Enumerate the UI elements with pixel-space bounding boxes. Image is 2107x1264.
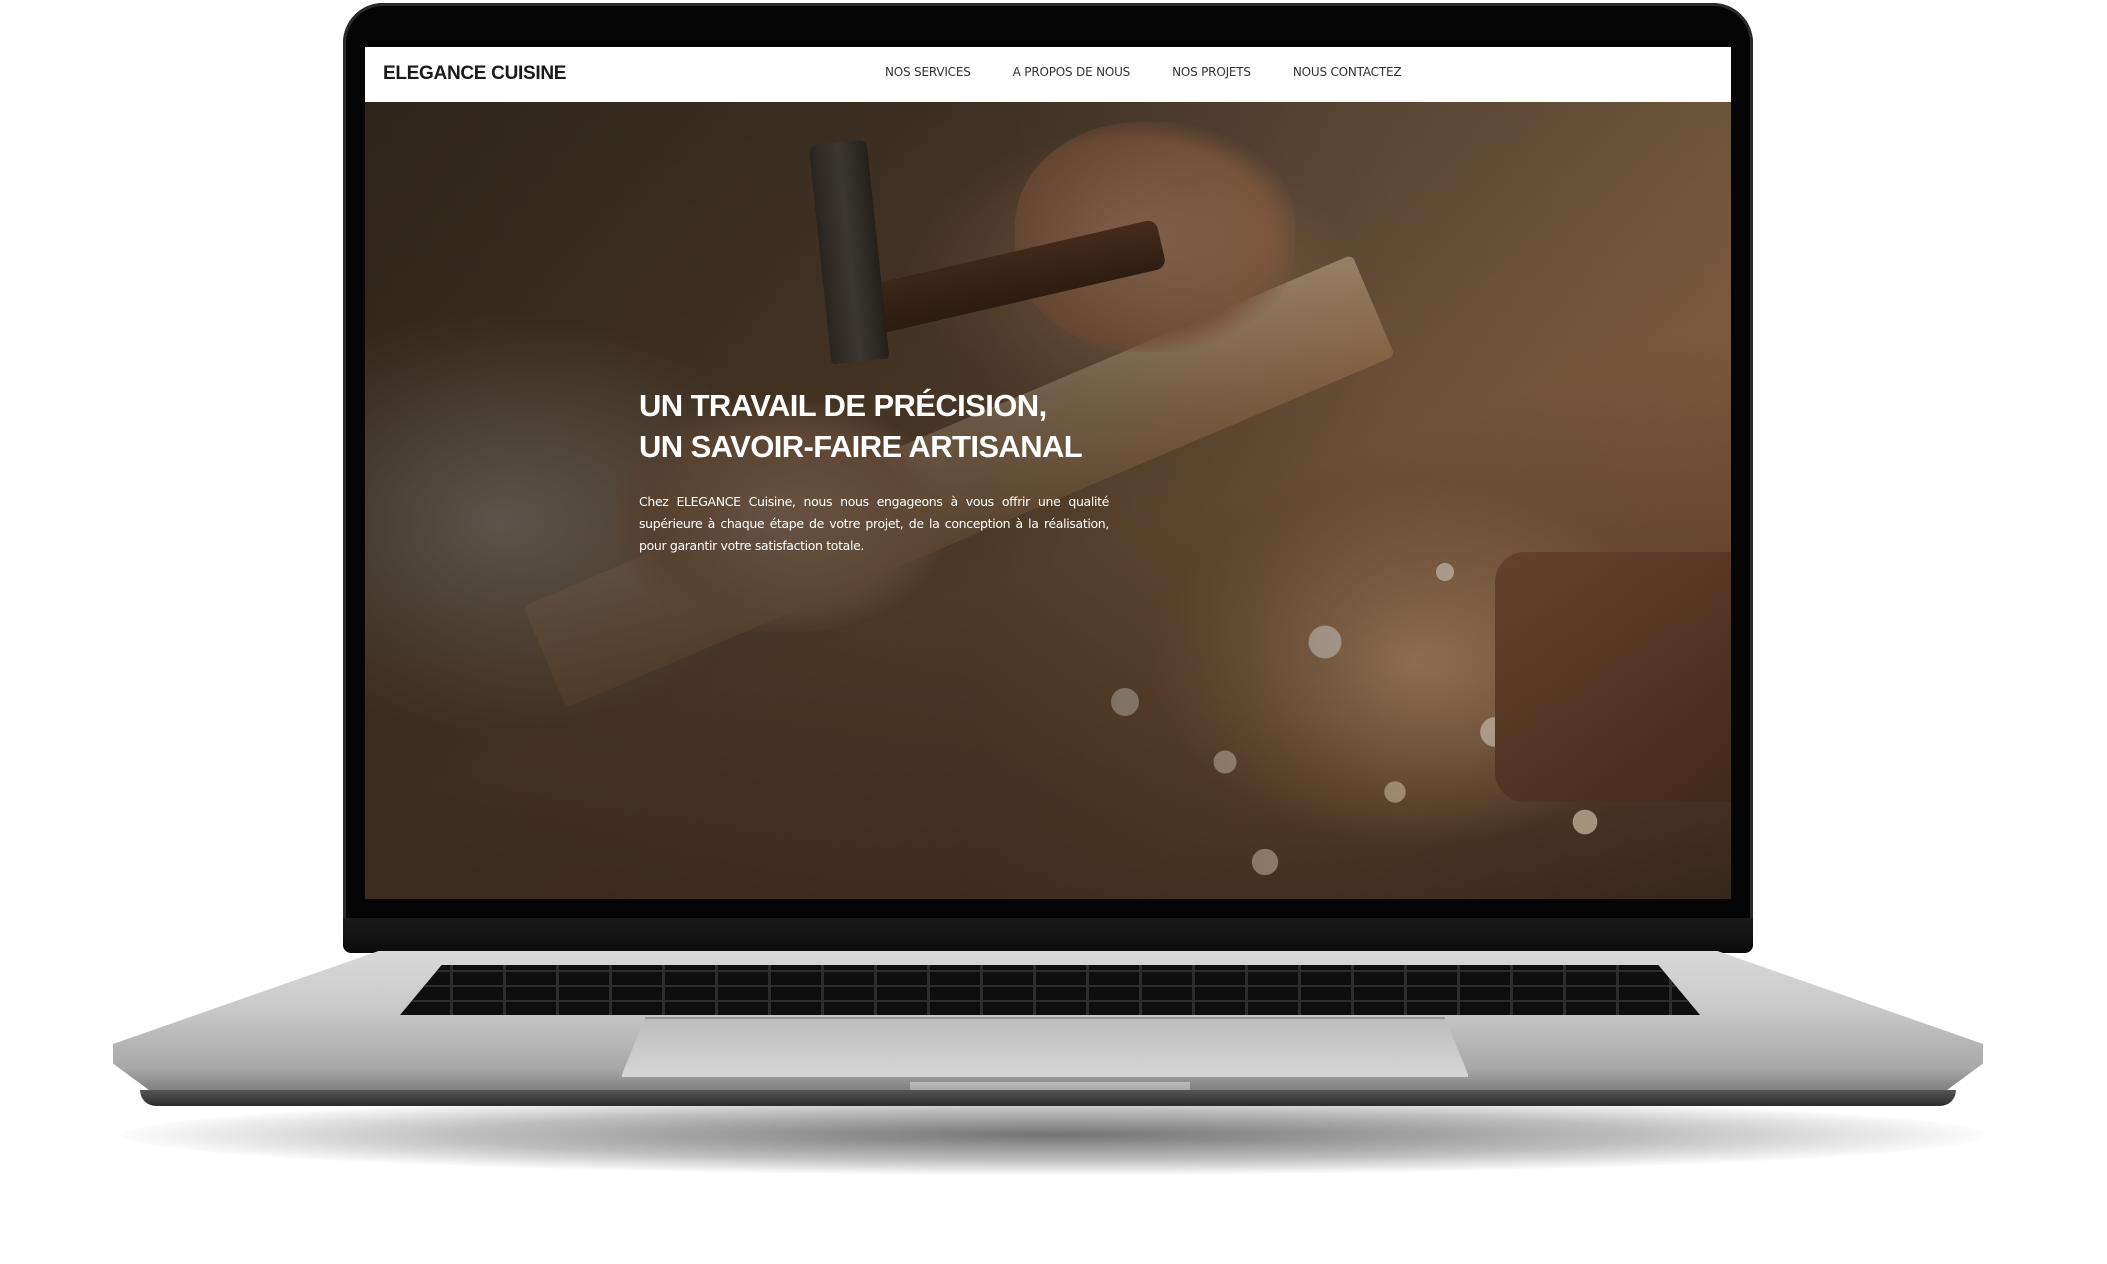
- laptop-shadow: [120, 1095, 1987, 1175]
- nav-link-services[interactable]: NOS SERVICES: [885, 65, 971, 79]
- site-navbar: ELEGANCE CUISINE NOS SERVICES A PROPOS D…: [365, 47, 1731, 102]
- hero-section: UN TRAVAIL DE PRÉCISION, UN SAVOIR-FAIRE…: [365, 102, 1731, 899]
- laptop-base-edge: [140, 1090, 1956, 1106]
- main-nav: NOS SERVICES A PROPOS DE NOUS NOS PROJET…: [885, 65, 1402, 79]
- hero-content: UN TRAVAIL DE PRÉCISION, UN SAVOIR-FAIRE…: [639, 385, 1109, 557]
- laptop-trackpad: [620, 1017, 1470, 1079]
- laptop-hinge: [343, 918, 1753, 953]
- hero-title: UN TRAVAIL DE PRÉCISION, UN SAVOIR-FAIRE…: [639, 385, 1109, 467]
- laptop-screen: ELEGANCE CUISINE NOS SERVICES A PROPOS D…: [365, 47, 1731, 899]
- hero-title-line-1: UN TRAVAIL DE PRÉCISION,: [639, 388, 1047, 423]
- hero-description: Chez ELEGANCE Cuisine, nous nous engageo…: [639, 494, 1109, 553]
- hero-title-line-2: UN SAVOIR-FAIRE ARTISANAL: [639, 429, 1083, 464]
- site-logo[interactable]: ELEGANCE CUISINE: [383, 63, 566, 85]
- nav-link-projects[interactable]: NOS PROJETS: [1172, 65, 1251, 79]
- nav-link-about[interactable]: A PROPOS DE NOUS: [1013, 65, 1131, 79]
- laptop-keyboard: [400, 965, 1700, 1015]
- nav-link-contact[interactable]: NOUS CONTACTEZ: [1293, 65, 1402, 79]
